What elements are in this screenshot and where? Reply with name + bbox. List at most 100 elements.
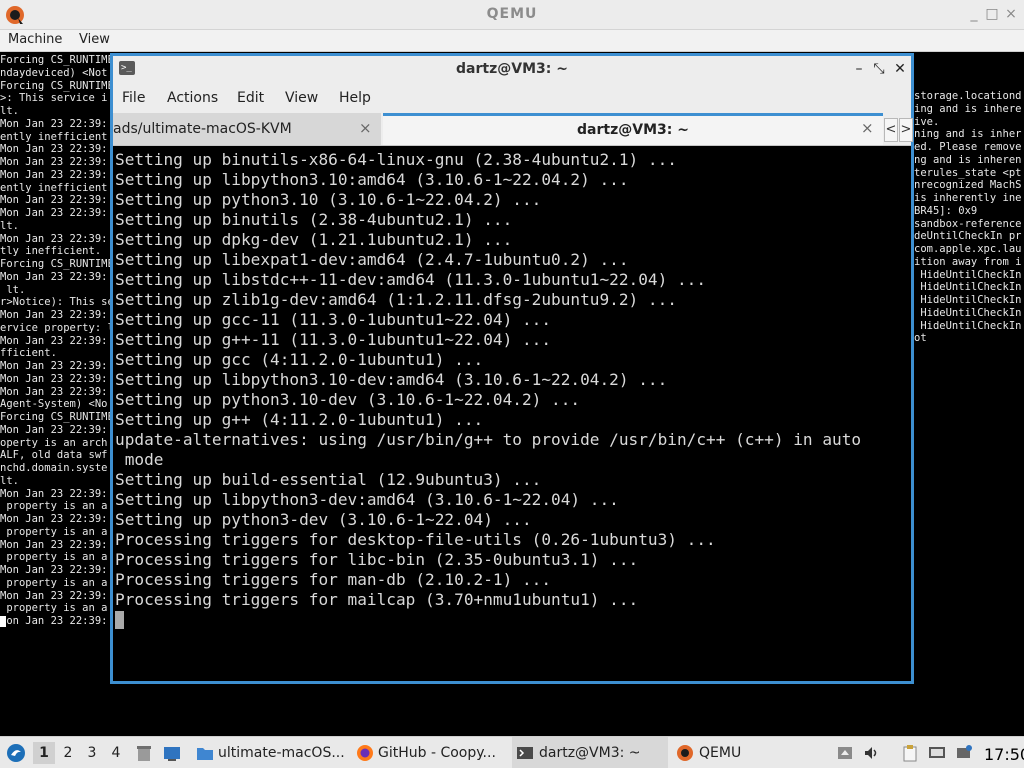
terminal-line: Setting up python3-dev (3.10.6-1~22.04) … bbox=[115, 510, 532, 529]
log-line: ition away from i bbox=[914, 255, 1022, 268]
terminal-line: Setting up build-essential (12.9ubuntu3)… bbox=[115, 470, 542, 489]
eject-icon[interactable] bbox=[836, 744, 854, 762]
log-line: Mon Jan 23 22:39: bbox=[0, 360, 108, 372]
volume-icon[interactable] bbox=[863, 744, 881, 762]
log-line: storage.locationd bbox=[914, 90, 1022, 102]
terminal-line: Setting up dpkg-dev (1.21.1ubuntu2.1) ..… bbox=[115, 230, 513, 249]
task-file-manager[interactable]: ultimate-macOS... bbox=[192, 737, 348, 768]
terminal-output[interactable]: Setting up binutils-x86-64-linux-gnu (2.… bbox=[115, 148, 909, 681]
log-line: property is an a bbox=[0, 525, 108, 538]
qemu-menu-view[interactable]: View bbox=[79, 32, 110, 47]
log-line: ning and is inher bbox=[914, 128, 1022, 141]
terminal-window-title: dartz@VM3: ~ bbox=[456, 61, 568, 77]
log-line: HideUntilCheckIn bbox=[914, 306, 1022, 319]
log-line: ALF, old data swf bbox=[0, 449, 108, 462]
tab-dartz-vm3[interactable]: dartz@VM3: ~ × bbox=[383, 113, 883, 145]
tab-ultimate-macos-kvm[interactable]: ads/ultimate-macOS-KVM × bbox=[113, 113, 381, 145]
qemu-minimize-button[interactable]: _ bbox=[966, 6, 982, 22]
terminal-icon bbox=[517, 747, 533, 759]
terminal-line: Setting up gcc (4:11.2.0-1ubuntu1) ... bbox=[115, 350, 484, 369]
log-line: HideUntilCheckIn bbox=[914, 294, 1022, 306]
log-line: terules_state <pt bbox=[914, 166, 1022, 179]
terminal-tabbar: ads/ultimate-macOS-KVM × dartz@VM3: ~ × … bbox=[113, 113, 913, 146]
log-line: Mon Jan 23 22:39: bbox=[0, 156, 108, 168]
workspace-2[interactable]: 2 bbox=[57, 742, 79, 764]
terminal-menu-file[interactable]: File bbox=[122, 90, 145, 106]
terminal-line: Setting up g++-11 (11.3.0-1ubuntu1~22.04… bbox=[115, 330, 552, 349]
terminal-line: update-alternatives: using /usr/bin/g++ … bbox=[115, 430, 862, 449]
task-qemu[interactable]: QEMU bbox=[672, 737, 792, 768]
terminal-menu-help[interactable]: Help bbox=[339, 90, 371, 106]
log-line: Mon Jan 23 22:39: bbox=[0, 207, 108, 219]
qemu-titlebar[interactable]: QEMU _ □ × bbox=[0, 0, 1024, 30]
folder-icon bbox=[197, 748, 213, 760]
terminal-close-button[interactable]: ✕ bbox=[892, 60, 908, 78]
log-line: ndaydeviced) <Not bbox=[0, 66, 108, 79]
log-line: ently inefficient. bbox=[0, 130, 112, 143]
log-line: property is an a bbox=[0, 500, 108, 513]
terminal-menubar: File Actions Edit View Help bbox=[113, 83, 911, 113]
log-line: ed. Please remove bbox=[914, 141, 1022, 153]
log-line: Mon Jan 23 22:39: bbox=[0, 334, 108, 347]
task-label: GitHub - Coopy... bbox=[378, 745, 496, 761]
tab-scroll-left-button[interactable]: < bbox=[884, 118, 898, 142]
terminal-menu-edit[interactable]: Edit bbox=[237, 90, 264, 106]
clipboard-icon[interactable] bbox=[901, 744, 919, 762]
task-firefox[interactable]: GitHub - Coopy... bbox=[352, 737, 508, 768]
workspace-4[interactable]: 4 bbox=[105, 742, 127, 764]
log-line: nchd.domain.syste bbox=[0, 462, 108, 474]
terminal-menu-actions[interactable]: Actions bbox=[167, 90, 218, 106]
log-line: Forcing CS_RUNTIME bbox=[0, 258, 112, 270]
tab-scroll-right-button[interactable]: > bbox=[899, 118, 913, 142]
terminal-minimize-button[interactable]: – bbox=[851, 60, 867, 78]
log-line: ently inefficient bbox=[0, 181, 108, 194]
log-line: Forcing CS_RUNTIME bbox=[0, 79, 112, 92]
log-line: lt. bbox=[0, 474, 19, 487]
terminal-line: Setting up python3.10 (3.10.6-1~22.04.2)… bbox=[115, 190, 542, 209]
terminal-line: Processing triggers for libc-bin (2.35-0… bbox=[115, 550, 639, 569]
log-line: Mon Jan 23 22:39: bbox=[0, 309, 108, 321]
clock[interactable]: 17:50 bbox=[984, 745, 1024, 764]
qemu-menu-machine[interactable]: Machine bbox=[8, 32, 62, 47]
terminal-line: Setting up binutils-x86-64-linux-gnu (2.… bbox=[115, 150, 677, 169]
task-terminal[interactable]: dartz@VM3: ~ bbox=[512, 737, 668, 768]
log-line: Mon Jan 23 22:39: bbox=[0, 538, 108, 551]
display-icon[interactable] bbox=[928, 744, 946, 762]
terminal-titlebar[interactable]: >_ dartz@VM3: ~ – ⤡ ✕ bbox=[113, 56, 911, 83]
log-line: HideUntilCheckIn bbox=[914, 281, 1022, 294]
workspace-3[interactable]: 3 bbox=[81, 742, 103, 764]
log-line: Forcing CS_RUNTIME bbox=[0, 54, 112, 66]
log-line: ive. bbox=[914, 115, 940, 128]
qemu-maximize-button[interactable]: □ bbox=[984, 6, 1000, 22]
log-line: Mon Jan 23 22:39: bbox=[0, 589, 108, 602]
terminal-line: Setting up libexpat1-dev:amd64 (2.4.7-1u… bbox=[115, 250, 629, 269]
qemu-window-title: QEMU bbox=[486, 6, 538, 22]
trash-icon[interactable] bbox=[135, 744, 153, 762]
log-line: Mon Jan 23 22:39: bbox=[0, 423, 108, 436]
log-line: property is an a bbox=[0, 551, 108, 564]
taskbar: 1 2 3 4 ultimate-macOS... GitHub - Coopy… bbox=[0, 736, 1024, 768]
log-line: Mon Jan 23 22:39: bbox=[0, 117, 108, 130]
terminal-line: Setting up binutils (2.38-4ubuntu2.1) ..… bbox=[115, 210, 513, 229]
terminal-line: Setting up libpython3.10-dev:amd64 (3.10… bbox=[115, 370, 668, 389]
task-label: ultimate-macOS... bbox=[218, 745, 345, 761]
log-line: is inherently ine bbox=[914, 192, 1022, 204]
terminal-restore-button[interactable]: ⤡ bbox=[871, 60, 887, 78]
log-line: fficient. bbox=[0, 347, 57, 360]
network-icon[interactable] bbox=[955, 744, 973, 762]
log-line: operty is an arch bbox=[0, 436, 108, 449]
background-log-left: Forcing CS_RUNTIME ndaydeviced) <Not Forci… bbox=[0, 54, 112, 628]
qemu-close-button[interactable]: × bbox=[1003, 6, 1019, 22]
tab-close-button[interactable]: × bbox=[861, 119, 874, 137]
terminal-line: Setting up g++ (4:11.2.0-1ubuntu1) ... bbox=[115, 410, 484, 429]
tab-close-button[interactable]: × bbox=[359, 119, 372, 137]
workspace-1[interactable]: 1 bbox=[33, 742, 55, 764]
log-line: >: This service i bbox=[0, 92, 108, 105]
terminal-window[interactable]: >_ dartz@VM3: ~ – ⤡ ✕ File Actions Edit … bbox=[110, 53, 914, 684]
log-line: Mon Jan 23 22:39: bbox=[0, 168, 108, 181]
start-menu-button[interactable] bbox=[4, 737, 28, 768]
log-line: BR45]: 0x9 bbox=[914, 204, 978, 217]
show-desktop-icon[interactable] bbox=[163, 744, 181, 762]
terminal-menu-view[interactable]: View bbox=[285, 90, 318, 106]
terminal-line: Setting up libstdc++-11-dev:amd64 (11.3.… bbox=[115, 270, 707, 289]
